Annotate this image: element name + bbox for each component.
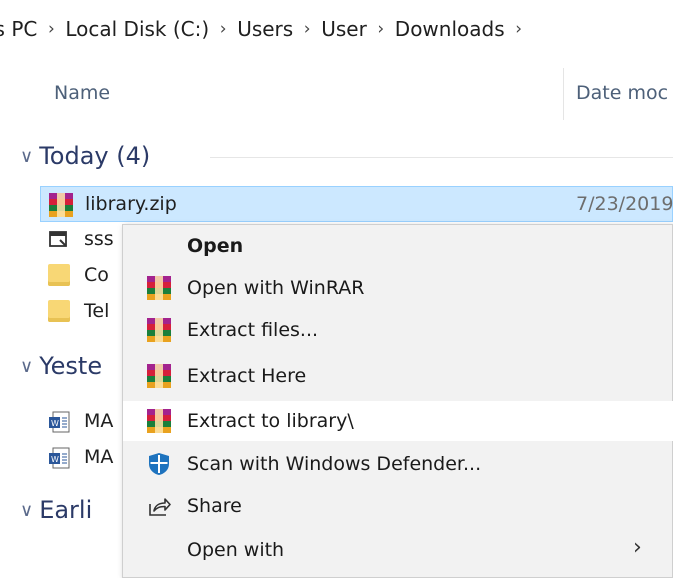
breadcrumb: is PC › Local Disk (C:) › Users › User ›… bbox=[0, 0, 673, 58]
breadcrumb-separator-icon[interactable]: › bbox=[210, 19, 236, 39]
group-label: Today (4) bbox=[39, 142, 151, 170]
share-icon bbox=[147, 494, 171, 518]
menu-item-open-with[interactable]: Open with › bbox=[123, 533, 673, 567]
menu-item-label: Open with WinRAR bbox=[187, 277, 365, 299]
menu-item-extract-to-library[interactable]: Extract to library\ bbox=[123, 401, 673, 441]
menu-item-open-with-winrar[interactable]: Open with WinRAR bbox=[123, 271, 673, 305]
group-divider bbox=[210, 157, 673, 158]
group-header-earlier[interactable]: ∨ Earli bbox=[20, 490, 92, 530]
winrar-icon bbox=[147, 318, 171, 342]
menu-item-label: Extract files... bbox=[187, 319, 319, 341]
menu-item-label: Open with bbox=[187, 539, 285, 561]
winrar-icon bbox=[147, 276, 171, 300]
column-divider[interactable] bbox=[563, 68, 564, 120]
winrar-icon bbox=[147, 409, 171, 433]
file-date: 7/23/2019 bbox=[576, 193, 673, 215]
menu-item-label: Open bbox=[187, 235, 244, 257]
breadcrumb-separator-icon[interactable]: › bbox=[38, 19, 64, 39]
menu-item-label: Scan with Windows Defender... bbox=[187, 453, 482, 475]
breadcrumb-separator-icon[interactable]: › bbox=[368, 19, 394, 39]
group-label: Earli bbox=[39, 496, 93, 524]
menu-item-label: Share bbox=[187, 495, 242, 517]
breadcrumb-item-users[interactable]: Users bbox=[236, 17, 294, 41]
column-header-row: Name Date moc bbox=[0, 68, 673, 122]
file-name: MA bbox=[84, 410, 114, 432]
folder-icon bbox=[48, 300, 72, 324]
word-doc-icon: W bbox=[48, 410, 72, 434]
file-name: sss bbox=[84, 228, 114, 250]
column-header-name[interactable]: Name bbox=[54, 82, 110, 104]
svg-text:W: W bbox=[51, 419, 59, 428]
breadcrumb-item-downloads[interactable]: Downloads bbox=[394, 17, 506, 41]
app-icon bbox=[48, 228, 72, 252]
menu-item-label: Extract to library\ bbox=[187, 410, 354, 432]
word-doc-icon: W bbox=[48, 446, 72, 470]
column-header-date-modified[interactable]: Date moc bbox=[576, 82, 668, 104]
chevron-down-icon[interactable]: ∨ bbox=[20, 146, 33, 167]
breadcrumb-separator-icon[interactable]: › bbox=[506, 19, 532, 39]
winrar-icon bbox=[147, 364, 171, 388]
group-label: Yeste bbox=[39, 352, 103, 380]
chevron-right-icon: › bbox=[633, 535, 642, 560]
context-menu: Open Open with WinRAR Extract files... E… bbox=[122, 224, 673, 578]
menu-item-extract-files[interactable]: Extract files... bbox=[123, 313, 673, 347]
menu-item-scan-with-windows-defender[interactable]: Scan with Windows Defender... bbox=[123, 447, 673, 481]
breadcrumb-item-this-pc[interactable]: is PC bbox=[0, 17, 38, 41]
menu-item-share[interactable]: Share bbox=[123, 489, 673, 523]
chevron-down-icon[interactable]: ∨ bbox=[20, 500, 33, 521]
svg-text:W: W bbox=[51, 455, 59, 464]
folder-icon bbox=[48, 264, 72, 288]
file-row-library-zip[interactable]: library.zip 7/23/2019 bbox=[40, 186, 673, 222]
file-name: Tel bbox=[84, 300, 110, 322]
menu-item-extract-here[interactable]: Extract Here bbox=[123, 359, 673, 393]
chevron-down-icon[interactable]: ∨ bbox=[20, 356, 33, 377]
group-header-today[interactable]: ∨ Today (4) bbox=[20, 136, 150, 176]
breadcrumb-item-user[interactable]: User bbox=[320, 17, 368, 41]
breadcrumb-item-local-disk[interactable]: Local Disk (C:) bbox=[64, 17, 210, 41]
menu-item-open[interactable]: Open bbox=[123, 229, 673, 263]
file-name: library.zip bbox=[85, 193, 177, 215]
breadcrumb-separator-icon[interactable]: › bbox=[294, 19, 320, 39]
windows-defender-icon bbox=[147, 452, 171, 476]
group-header-yesterday[interactable]: ∨ Yeste bbox=[20, 346, 102, 386]
file-name: MA bbox=[84, 446, 114, 468]
file-name: Co bbox=[84, 264, 109, 286]
menu-item-label: Extract Here bbox=[187, 365, 307, 387]
winrar-icon bbox=[49, 193, 73, 217]
